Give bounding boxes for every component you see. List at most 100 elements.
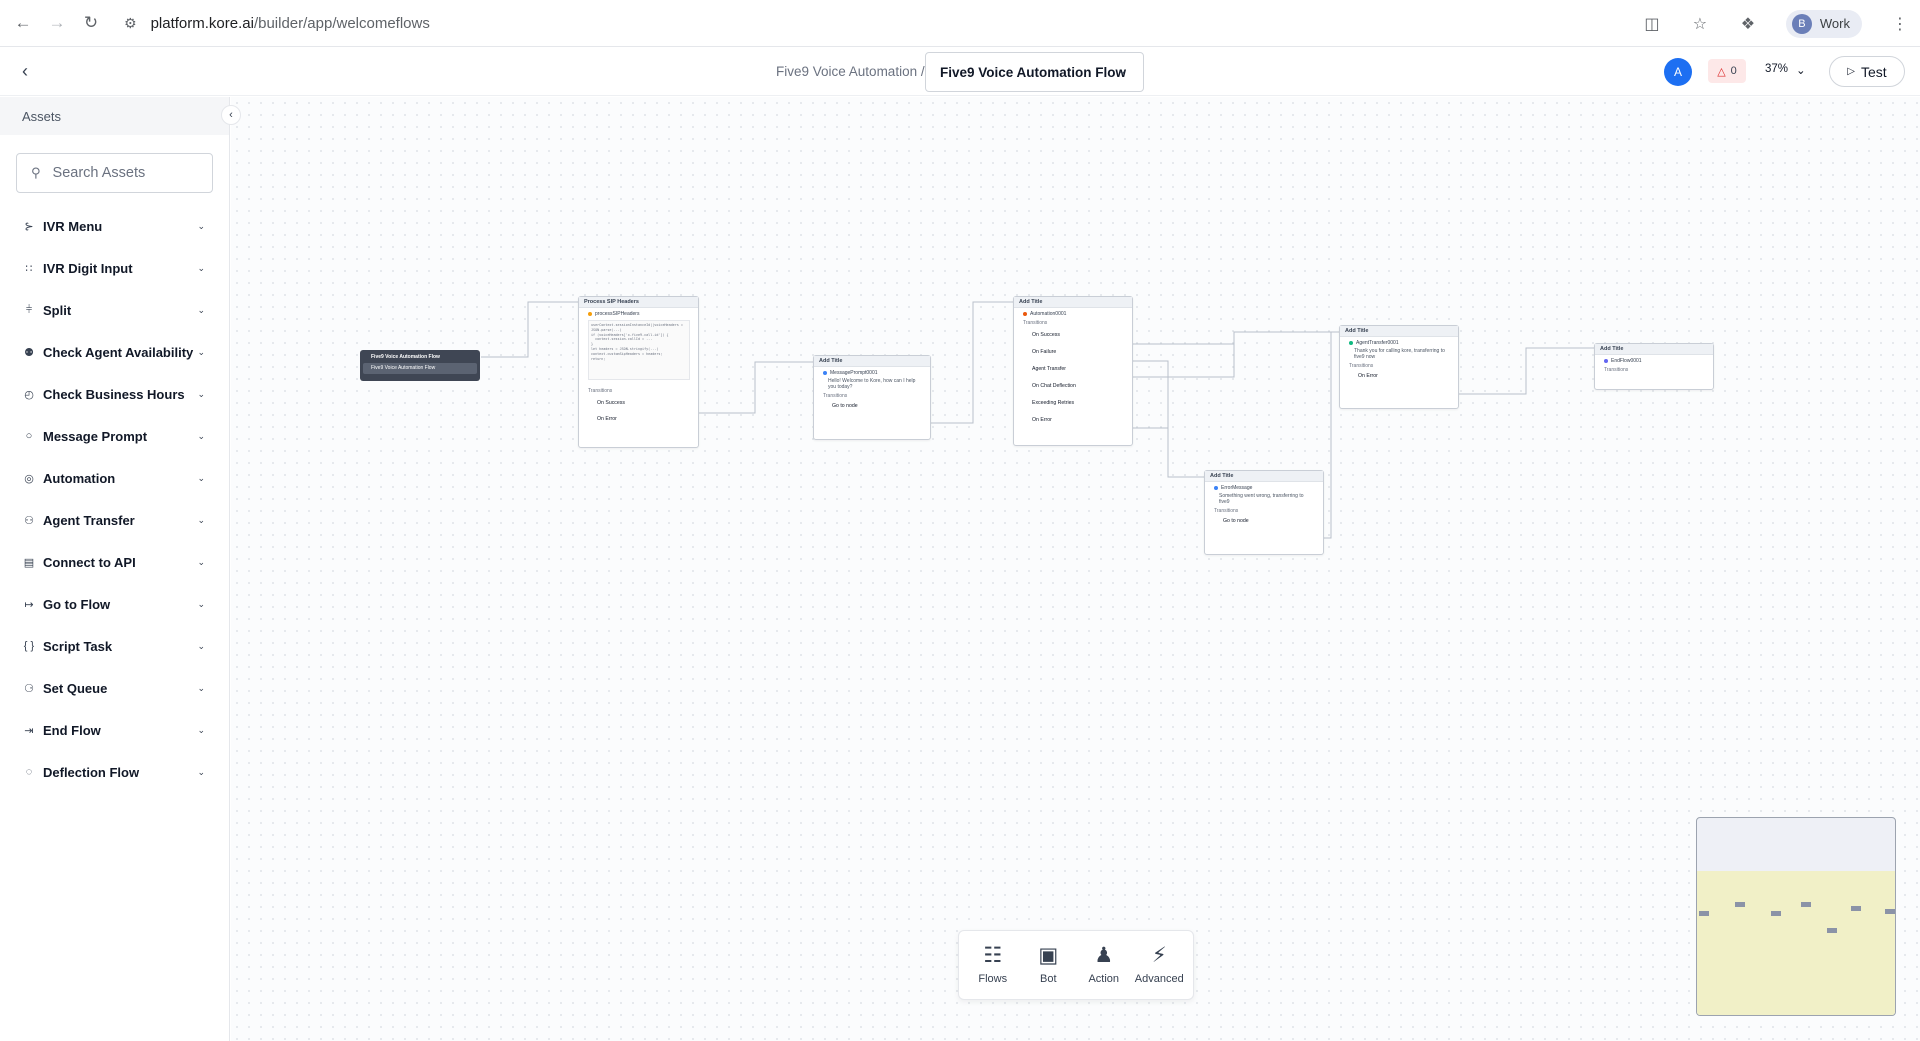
- breadcrumb[interactable]: Five9 Voice Automation /: [776, 64, 925, 79]
- action-tool[interactable]: ♟ Action: [1078, 945, 1130, 986]
- split-icon: ⫩: [25, 303, 33, 316]
- asset-check-agent-availability[interactable]: ⚉ Check Agent Availability ⌄: [0, 331, 229, 373]
- browser-toolbar: ← → ↻ ⚙ platform.kore.ai/builder/app/wel…: [0, 0, 1920, 47]
- bot-label: Bot: [1039, 973, 1057, 985]
- minimap-node: [1771, 911, 1781, 916]
- chevron-down-icon[interactable]: ⌄: [197, 473, 205, 484]
- transition-go-to-node[interactable]: Go to node: [814, 399, 930, 409]
- asset-label: Check Business Hours: [43, 386, 185, 402]
- zoom-level: 37%: [1765, 63, 1789, 75]
- back-chevron-icon[interactable]: ‹: [22, 61, 28, 82]
- asset-split[interactable]: ⫩ Split ⌄: [0, 289, 229, 331]
- link-start-to-sip: [481, 301, 578, 358]
- asset-script-task[interactable]: { } Script Task ⌄: [0, 625, 229, 667]
- test-button[interactable]: ▷ Test: [1829, 56, 1905, 87]
- chevron-down-icon[interactable]: ⌄: [197, 263, 205, 274]
- start-node[interactable]: Five9 Voice Automation Flow Five9 Voice …: [360, 350, 480, 381]
- node-name: Automation0001: [1030, 311, 1067, 317]
- prompt-text: Hello! Welcome to Kore, how can I help y…: [828, 378, 916, 390]
- asset-connect-to-api[interactable]: ▤ Connect to API ⌄: [0, 541, 229, 583]
- chevron-down-icon[interactable]: ⌄: [197, 767, 205, 778]
- script-name: processSIPHeaders: [595, 311, 640, 317]
- chevron-down-icon[interactable]: ⌄: [197, 389, 205, 400]
- collapse-sidebar-icon[interactable]: ‹: [221, 105, 241, 125]
- profile-chip[interactable]: B Work: [1785, 9, 1862, 38]
- asset-end-flow[interactable]: ⇥ End Flow ⌄: [0, 709, 229, 751]
- minimap-node: [1735, 902, 1745, 907]
- transition-on-error[interactable]: On Error: [579, 406, 698, 422]
- browser-menu-icon[interactable]: ⋮: [1890, 14, 1910, 34]
- deflection-icon: ◌: [25, 766, 33, 778]
- site-settings-icon[interactable]: ⚙: [124, 15, 137, 32]
- search-input[interactable]: [52, 165, 213, 181]
- transition-agent-transfer[interactable]: Agent Transfer: [1014, 355, 1132, 372]
- chevron-down-icon[interactable]: ⌄: [197, 599, 205, 610]
- start-node-subtitle: Five9 Voice Automation Flow: [363, 363, 477, 374]
- asset-label: Check Agent Availability: [43, 344, 194, 360]
- asset-label: Split: [43, 302, 72, 318]
- asset-label: Go to Flow: [43, 596, 111, 612]
- chevron-down-icon[interactable]: ⌄: [197, 725, 205, 736]
- chevron-down-icon[interactable]: ⌄: [197, 515, 205, 526]
- chevron-down-icon[interactable]: ⌄: [197, 431, 205, 442]
- asset-agent-transfer[interactable]: ⚇ Agent Transfer ⌄: [0, 499, 229, 541]
- node-name: EndFlow0001: [1611, 358, 1642, 364]
- minimap[interactable]: [1696, 817, 1896, 1016]
- asset-go-to-flow[interactable]: ↦ Go to Flow ⌄: [0, 583, 229, 625]
- transition-on-failure[interactable]: On Failure: [1014, 338, 1132, 355]
- minimap-viewport[interactable]: [1697, 871, 1895, 1015]
- bookmark-star-icon[interactable]: ☆: [1690, 14, 1710, 34]
- transition-on-error[interactable]: On Error: [1014, 406, 1132, 423]
- address-bar[interactable]: platform.kore.ai/builder/app/welcomeflow…: [151, 15, 430, 32]
- flows-tool[interactable]: ☷ Flows: [967, 945, 1019, 986]
- bot-tool[interactable]: ▣ Bot: [1022, 945, 1074, 986]
- end-flow-node[interactable]: Add Title EndFlow0001 Transitions: [1594, 343, 1714, 390]
- chevron-down-icon[interactable]: ⌄: [197, 305, 205, 316]
- url-host: platform.kore.ai: [150, 14, 254, 32]
- chevron-down-icon[interactable]: ⌄: [197, 221, 205, 232]
- chevron-down-icon[interactable]: ⌄: [197, 347, 205, 358]
- asset-set-queue[interactable]: ⚆ Set Queue ⌄: [0, 667, 229, 709]
- breadcrumb-app[interactable]: Five9 Voice Automation: [776, 64, 917, 79]
- chevron-down-icon[interactable]: ⌄: [197, 641, 205, 652]
- node-name-row: ErrorMessage: [1205, 482, 1323, 491]
- automation-node[interactable]: Add Title Automation0001 Transitions On …: [1013, 296, 1133, 446]
- transition-on-error[interactable]: On Error: [1340, 369, 1458, 379]
- forward-arrow-icon[interactable]: →: [46, 12, 68, 34]
- reload-icon[interactable]: ↻: [80, 12, 102, 34]
- agent-transfer-node[interactable]: Add Title AgentTransfer0001 Thank you fo…: [1339, 325, 1459, 409]
- warnings-badge[interactable]: △ 0: [1708, 59, 1746, 83]
- chevron-down-icon[interactable]: ⌄: [197, 557, 205, 568]
- go-to-flow-icon: ↦: [24, 598, 34, 611]
- transition-on-success[interactable]: On Success: [1014, 326, 1132, 338]
- asset-check-business-hours[interactable]: ◴ Check Business Hours ⌄: [0, 373, 229, 415]
- extensions-icon[interactable]: ❖: [1738, 14, 1758, 34]
- install-app-icon[interactable]: ◫: [1642, 14, 1662, 34]
- advanced-tool[interactable]: ⚡ Advanced: [1133, 945, 1185, 986]
- node-name-row: MessagePrompt0001: [814, 367, 930, 376]
- asset-ivr-digit-input[interactable]: ∷ IVR Digit Input ⌄: [0, 247, 229, 289]
- link-sip-to-msg: [699, 361, 813, 414]
- flow-canvas[interactable]: Five9 Voice Automation Flow Five9 Voice …: [231, 97, 1920, 1041]
- asset-ivr-menu[interactable]: ⊱ IVR Menu ⌄: [0, 205, 229, 247]
- transition-on-success[interactable]: On Success: [579, 394, 698, 406]
- process-sip-headers-node[interactable]: Process SIP Headers processSIPHeaders us…: [578, 296, 699, 448]
- flow-selector-label: Five9 Voice Automation Flow: [940, 64, 1127, 80]
- transition-on-chat-deflection[interactable]: On Chat Deflection: [1014, 372, 1132, 389]
- asset-message-prompt[interactable]: ○ Message Prompt ⌄: [0, 415, 229, 457]
- transition-exceeding-retries[interactable]: Exceeding Retries: [1014, 389, 1132, 406]
- flow-selector[interactable]: Five9 Voice Automation Flow ⌄: [925, 52, 1144, 92]
- chevron-down-icon[interactable]: ⌄: [197, 683, 205, 694]
- connection-lines: [481, 301, 1594, 539]
- zoom-control[interactable]: 37% ⌄: [1765, 63, 1806, 77]
- error-message-node[interactable]: Add Title ErrorMessage Something went wr…: [1204, 470, 1324, 555]
- transition-go-to-node[interactable]: Go to node: [1205, 514, 1323, 524]
- asset-deflection-flow[interactable]: ◌ Deflection Flow ⌄: [0, 751, 229, 793]
- minimap-node: [1801, 902, 1811, 907]
- back-arrow-icon[interactable]: ←: [12, 12, 34, 34]
- end-flow-icon: ⇥: [24, 724, 34, 737]
- search-assets-box[interactable]: ⚲: [16, 153, 213, 193]
- user-avatar[interactable]: A: [1664, 58, 1692, 86]
- message-prompt-node[interactable]: Add Title MessagePrompt0001 Hello! Welco…: [813, 355, 931, 440]
- asset-automation[interactable]: ◎ Automation ⌄: [0, 457, 229, 499]
